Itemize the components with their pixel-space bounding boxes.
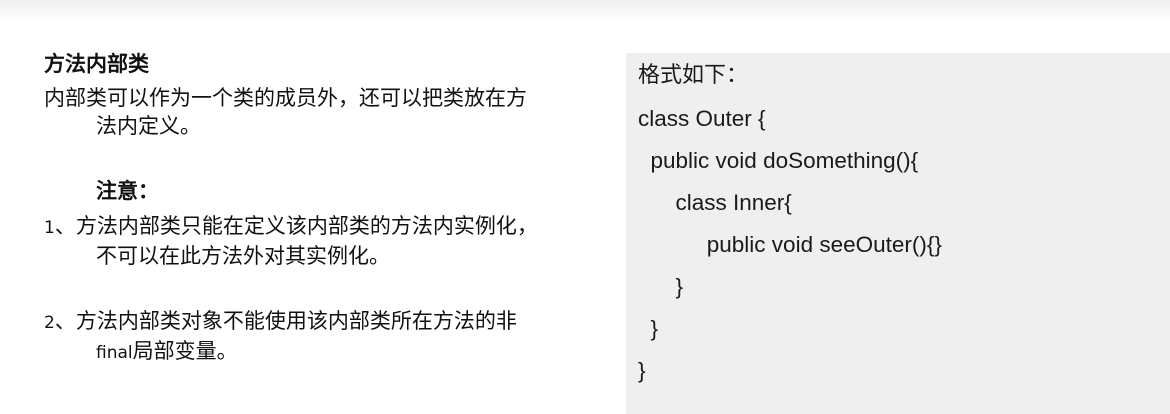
item-2-number: 2 (44, 313, 55, 333)
code-line-1: class Outer { (638, 106, 766, 131)
section-title: 方法内部类 (44, 52, 149, 76)
code-line-3: class Inner{ (638, 190, 792, 215)
code-line-2: public void doSomething(){ (638, 148, 919, 173)
item-1-line-1: 、方法内部类只能在定义该内部类的方法内实例化， (54, 214, 538, 238)
item-2-line-1: 、方法内部类对象不能使用该内部类所在方法的非 (54, 309, 517, 333)
intro-paragraph: 内部类可以作为一个类的成员外，还可以把类放在方 法内定义。 (44, 84, 589, 140)
item-1-number: 1 (44, 218, 55, 238)
top-gradient-bar (0, 0, 1170, 22)
intro-line-1: 内部类可以作为一个类的成员外，还可以把类放在方 (44, 86, 527, 110)
note-heading: 注意： (96, 179, 159, 203)
item-2-line-2: final局部变量。 (44, 337, 589, 367)
intro-line-2: 法内定义。 (96, 114, 201, 138)
note-item-2: 2、方法内部类对象不能使用该内部类所在方法的非 final局部变量。 (44, 307, 589, 367)
code-line-4: public void seeOuter(){} (638, 232, 942, 257)
item-1-line-2: 不可以在此方法外对其实例化。 (96, 244, 390, 268)
final-keyword: final (96, 343, 133, 363)
item-2-line-2-rest: 局部变量。 (132, 339, 238, 363)
code-example-panel: 格式如下： class Outer { public void doSometh… (626, 53, 1170, 414)
code-line-7: } (638, 358, 646, 383)
note-item-1: 1、方法内部类只能在定义该内部类的方法内实例化， 不可以在此方法外对其实例化。 (44, 212, 589, 270)
code-heading: 格式如下： (638, 63, 749, 88)
code-line-5: } (638, 274, 684, 299)
code-line-6: } (638, 316, 659, 341)
